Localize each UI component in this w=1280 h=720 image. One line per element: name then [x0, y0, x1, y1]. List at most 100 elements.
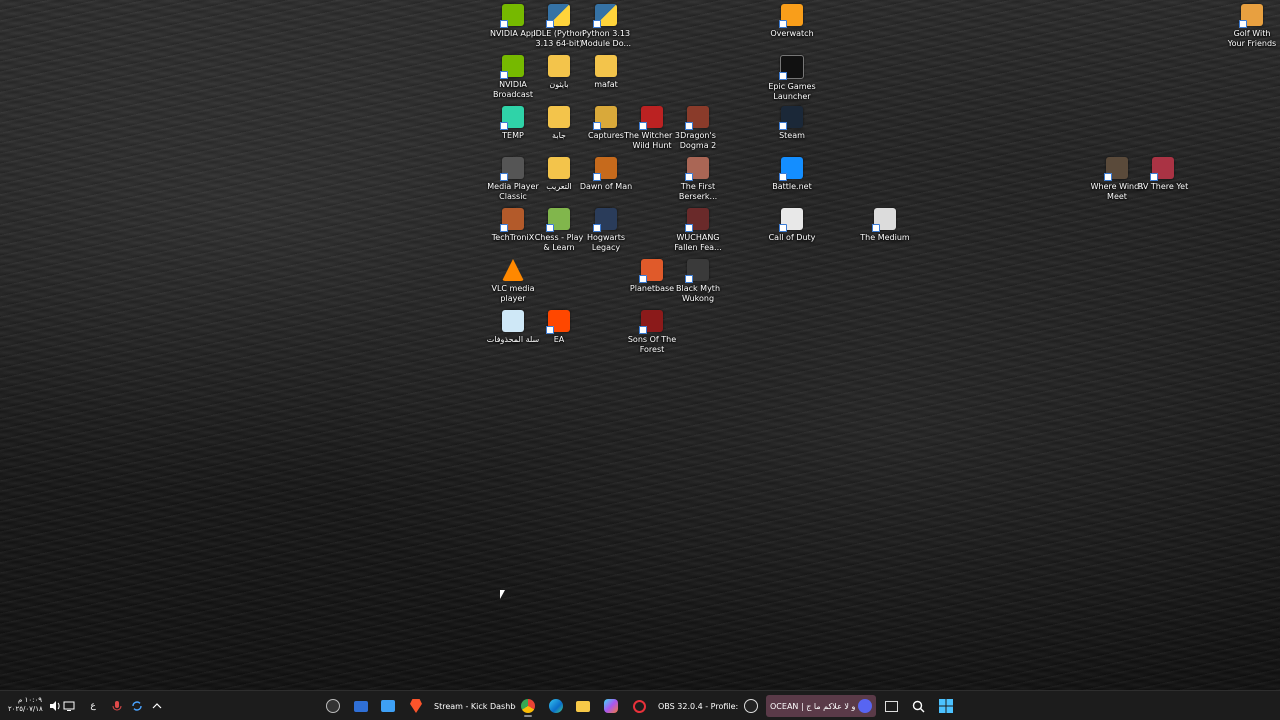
overwatch-icon — [779, 4, 803, 28]
icon-label: Epic Games Launcher — [768, 82, 816, 101]
icon-label: Dawn of Man — [579, 182, 633, 191]
icon-label: VLC media player — [491, 284, 535, 303]
icon-label: TEMP — [502, 131, 524, 140]
desktop-icon-hogwarts[interactable]: Hogwarts Legacy — [578, 208, 634, 253]
desktop-icon-overwatch[interactable]: Overwatch — [764, 4, 820, 39]
photos-icon[interactable] — [377, 695, 399, 717]
obs-tray-icon[interactable] — [322, 695, 344, 717]
battlenet-icon — [779, 157, 803, 181]
icon-label: Call of Duty — [768, 233, 816, 242]
icon-label: The First Berserk... — [678, 182, 718, 201]
icon-label: WUCHANG Fallen Fea... — [674, 233, 722, 252]
kick-chrome-icon[interactable] — [517, 695, 539, 717]
dawn-of-man-icon — [593, 157, 617, 181]
taskbar: ١٠:٠٩ م ٢٠٢٥/٠٧/١٨ ع Stream - Kick Dashb… — [0, 690, 1280, 720]
desktop: NVIDIA App NVIDIA Broadcast TEMP Media P… — [0, 0, 1280, 690]
obs-icon — [744, 699, 758, 713]
desktop-icon-golf[interactable]: Golf With Your Friends — [1224, 4, 1280, 49]
taskbar-app-title: Stream - Kick Dashboard — [434, 701, 516, 711]
chevron-up-icon[interactable] — [146, 695, 168, 717]
folder-icon — [595, 55, 617, 77]
icon-label: Black Myth Wukong — [675, 284, 721, 303]
icon-label: NVIDIA App — [490, 29, 536, 38]
taskbar-app-brave[interactable]: Stream - Kick Dashboard — [430, 695, 520, 717]
desktop-icon-first-berserker[interactable]: The First Berserk... — [670, 157, 726, 202]
microphone-icon[interactable] — [106, 695, 128, 717]
taskbar-app-discord[interactable]: OCEAN | او لا علاكم ما ج... — [766, 695, 876, 717]
icon-label: TechTroniX — [491, 233, 535, 242]
python-icon — [546, 4, 570, 28]
wuchang-icon — [685, 208, 709, 232]
search-icon[interactable] — [907, 695, 929, 717]
the-medium-icon — [872, 208, 896, 232]
icon-label: RV There Yet — [1137, 182, 1189, 191]
sons-of-forest-icon — [639, 310, 663, 334]
desktop-icon-wuchang[interactable]: WUCHANG Fallen Fea... — [670, 208, 726, 253]
folder-icon — [548, 55, 570, 77]
icon-label: Dragon's Dogma 2 — [679, 131, 717, 150]
desktop-icon-call-of-duty[interactable]: Call of Duty — [764, 208, 820, 243]
task-view-icon[interactable] — [880, 695, 902, 717]
nvidia-broadcast-icon — [500, 55, 524, 79]
language-label: ع — [90, 701, 96, 711]
vpn-icon[interactable] — [628, 695, 650, 717]
start-windows-icon[interactable] — [935, 695, 957, 717]
black-myth-icon — [685, 259, 709, 283]
copilot-icon[interactable] — [600, 695, 622, 717]
icon-label: Golf With Your Friends — [1227, 29, 1277, 48]
desktop-icon-vlc[interactable]: VLC media player — [485, 259, 541, 304]
desktop-icon-sons-of-forest[interactable]: Sons Of The Forest — [624, 310, 680, 355]
desktop-icon-rv-there-yet[interactable]: RV There Yet — [1135, 157, 1191, 192]
desktop-icon-black-myth[interactable]: Black Myth Wukong — [670, 259, 726, 304]
clock-time: ١٠:٠٩ م — [18, 696, 42, 704]
first-berserker-icon — [685, 157, 709, 181]
clock[interactable]: ١٠:٠٩ م ٢٠٢٥/٠٧/١٨ — [8, 696, 43, 714]
icon-label: Battle.net — [772, 182, 812, 191]
desktop-icon-the-medium[interactable]: The Medium — [857, 208, 913, 243]
icon-label: جابة — [552, 131, 566, 140]
media-player-icon — [500, 157, 524, 181]
taskbar-app-title: OCEAN | او لا علاكم ما ج... — [770, 701, 855, 711]
dragons-dogma-icon — [685, 106, 709, 130]
python-docs-icon — [593, 4, 617, 28]
network-icon[interactable] — [58, 695, 80, 717]
temp-icon — [500, 106, 524, 130]
folder-icon — [593, 106, 617, 130]
desktop-icon-dawn-of-man[interactable]: Dawn of Man — [578, 157, 634, 192]
chess-pawn-icon — [546, 208, 570, 232]
ea-icon — [546, 310, 570, 334]
edge-icon[interactable] — [545, 695, 567, 717]
hogwarts-icon — [593, 208, 617, 232]
file-explorer-icon[interactable] — [572, 695, 594, 717]
desktop-icon-python-docs[interactable]: Python 3.13 Module Do... — [578, 4, 634, 49]
icon-label: Overwatch — [770, 29, 814, 38]
techtronix-icon — [500, 208, 524, 232]
witcher-icon — [639, 106, 663, 130]
rv-there-yet-icon — [1150, 157, 1174, 181]
mouse-cursor — [500, 590, 510, 599]
vlc-cone-icon — [502, 259, 524, 281]
desktop-icon-ea[interactable]: EA — [531, 310, 587, 345]
icon-label: mafat — [594, 80, 618, 89]
recycle-bin-icon — [502, 310, 524, 332]
language-indicator[interactable]: ع — [82, 695, 104, 717]
desktop-icon-battlenet[interactable]: Battle.net — [764, 157, 820, 192]
golf-icon — [1239, 4, 1263, 28]
brave-icon[interactable] — [405, 695, 427, 717]
icon-label: The Medium — [860, 233, 910, 242]
icon-label: Captures — [588, 131, 624, 140]
taskbar-app-title: OBS 32.0.4 - Profile: بدون — [658, 701, 741, 711]
monitor-app-icon[interactable] — [350, 695, 372, 717]
folder-icon — [548, 157, 570, 179]
clock-date: ٢٠٢٥/٠٧/١٨ — [8, 705, 43, 713]
icon-label: Planetbase — [629, 284, 675, 293]
document-icon — [779, 208, 803, 232]
sync-icon[interactable] — [126, 695, 148, 717]
icon-label: Sons Of The Forest — [627, 335, 677, 354]
desktop-icon-epic[interactable]: Epic Games Launcher — [764, 55, 820, 102]
taskbar-app-obs[interactable]: OBS 32.0.4 - Profile: بدون — [654, 695, 762, 717]
desktop-icon-mafat[interactable]: mafat — [578, 55, 634, 90]
desktop-icon-dragons-dogma[interactable]: Dragon's Dogma 2 — [670, 106, 726, 151]
nvidia-icon — [500, 4, 524, 28]
desktop-icon-steam[interactable]: Steam — [764, 106, 820, 141]
